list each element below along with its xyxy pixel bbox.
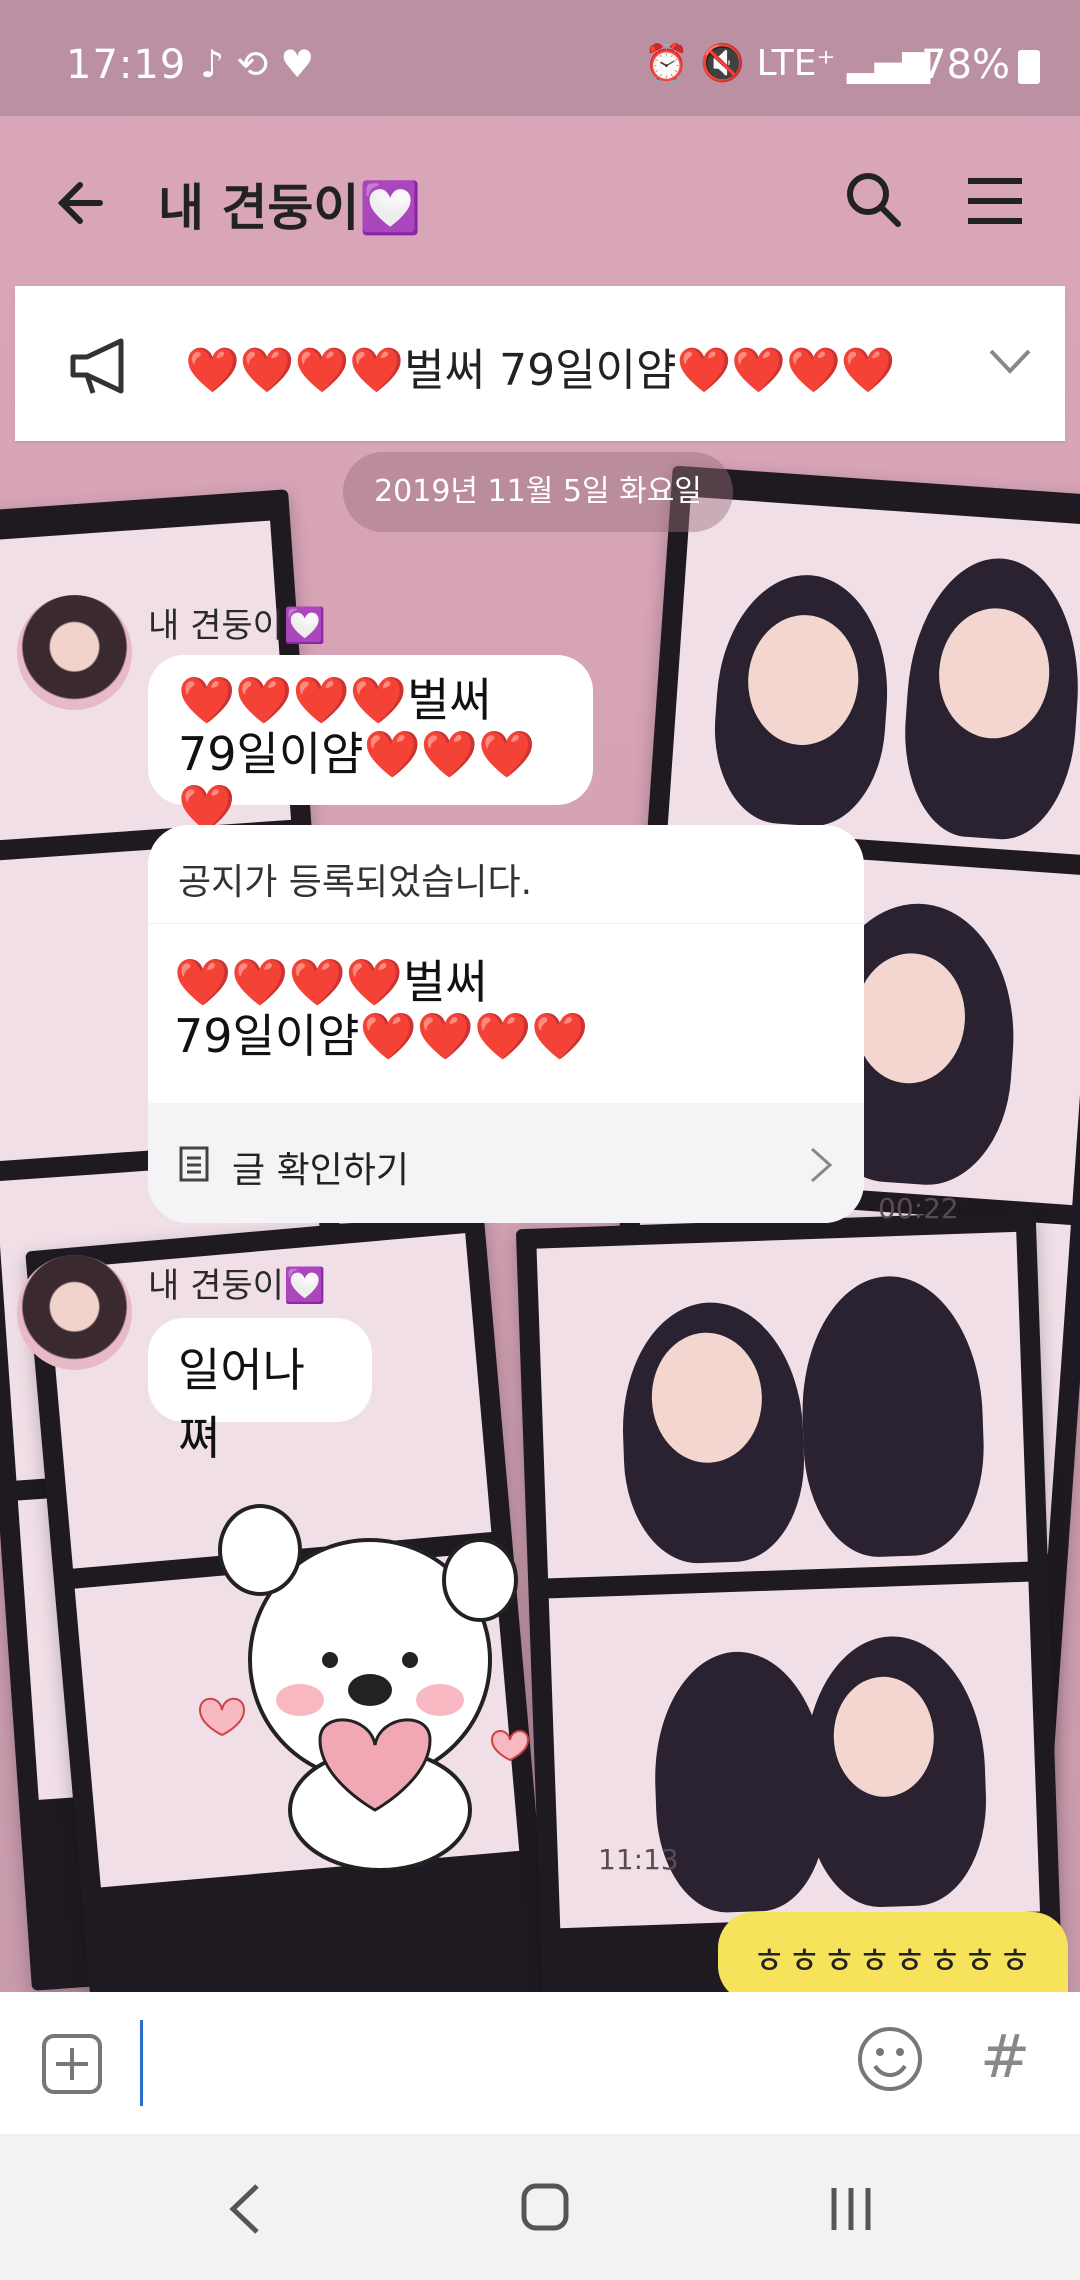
view-post-label: 글 확인하기 [232,1150,410,1191]
sender-name: 내 견둥이💟 [148,606,327,646]
message-text: ❤️❤️❤️❤️벌써 [178,673,492,727]
add-icon[interactable] [40,2032,104,2096]
divider [148,923,864,924]
notice-card-header: 공지가 등록되었습니다. [178,862,533,903]
network-indicator: ⏰ 🔇 LTE⁺ ▂▄▆ [644,43,930,84]
notification-icons: ♪ ⟲ ♥ [200,42,315,86]
status-bar: 17:19 ♪ ⟲ ♥ ⏰ 🔇 LTE⁺ ▂▄▆ 78% [0,0,1080,116]
message-input[interactable] [140,2020,800,2106]
nav-back-icon[interactable] [225,2182,265,2236]
notice-text: ❤️❤️❤️❤️벌써 79일이얌❤️❤️❤️❤️ [185,345,896,396]
search-icon[interactable] [840,166,910,236]
notice-card[interactable]: 공지가 등록되었습니다. ❤️❤️❤️❤️벌써 79일이얌❤️❤️❤️❤️ 글 … [148,825,864,1223]
chevron-down-icon[interactable] [985,341,1035,381]
megaphone-icon [70,338,124,394]
notice-card-body: ❤️❤️❤️❤️벌써 79일이얌❤️❤️❤️❤️ [174,955,834,1063]
message-bubble[interactable]: 일어나쪄 [148,1318,372,1465]
notice-line: ❤️❤️❤️❤️벌써 [174,955,488,1009]
battery-icon [1018,50,1040,84]
chat-title: 내 견둥이💟 [158,179,422,237]
message-time: 00:22 [878,1192,959,1225]
notice-line: 79일이얌❤️❤️❤️❤️ [174,1009,589,1063]
chat-header: 내 견둥이💟 [0,116,1080,286]
avatar[interactable] [17,595,132,710]
my-message-bubble[interactable]: ㅎㅎㅎㅎㅎㅎㅎㅎ [718,1912,1068,2002]
document-icon [179,1146,209,1182]
notice-banner[interactable]: ❤️❤️❤️❤️벌써 79일이얌❤️❤️❤️❤️ [15,286,1065,441]
battery-percentage: 78% [921,42,1010,88]
sender-name: 내 견둥이💟 [148,1266,327,1306]
emoji-icon[interactable] [855,2024,925,2094]
message-input-bar: # [0,1992,1080,2134]
view-post-button[interactable]: 글 확인하기 [148,1103,864,1223]
photo-strip [515,1211,1065,2000]
bear-sticker[interactable] [180,1490,560,1870]
status-time: 17:19 [66,42,187,88]
arrow-left-icon[interactable] [50,168,120,238]
chevron-right-icon [811,1147,833,1183]
system-navigation-bar [0,2134,1080,2280]
nav-home-icon[interactable] [520,2180,570,2234]
message-time: 11:13 [598,1843,679,1876]
message-bubble[interactable]: ❤️❤️❤️❤️벌써 79일이얌❤️❤️❤️❤️ [148,655,593,835]
avatar[interactable] [17,1255,132,1370]
nav-recents-icon[interactable] [826,2182,876,2236]
menu-icon[interactable] [960,171,1030,231]
hashtag-button[interactable]: # [980,2022,1030,2092]
message-text: 79일이얌❤️❤️❤️❤️ [178,727,536,835]
date-divider: 2019년 11월 5일 화요일 [343,452,733,532]
